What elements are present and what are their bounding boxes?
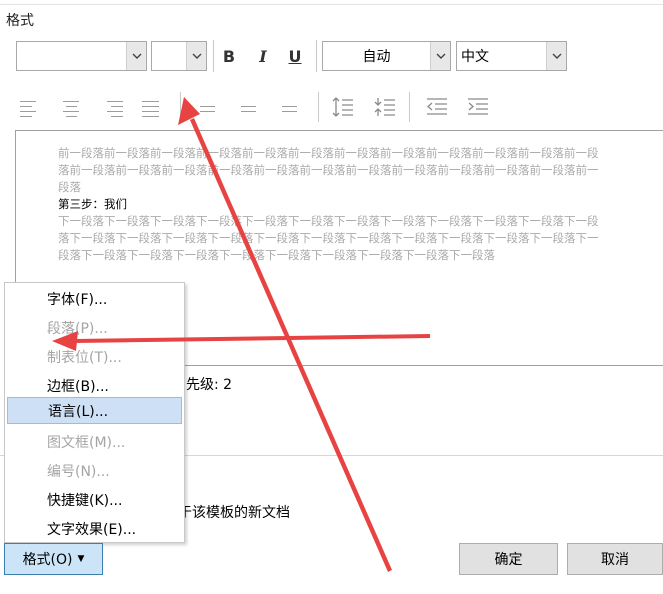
format-button-label: 格式(O) bbox=[22, 552, 73, 568]
underline-button[interactable]: U bbox=[282, 41, 308, 71]
menu-item-text-effects[interactable]: 文字效果(E)... bbox=[7, 515, 182, 542]
menu-item-numbering[interactable]: 编号(N)... bbox=[7, 457, 182, 484]
font-size-value bbox=[152, 42, 186, 70]
toolbar-separator bbox=[180, 92, 181, 122]
toolbar-separator bbox=[213, 40, 214, 72]
section-divider bbox=[0, 4, 663, 5]
language-combo[interactable]: 中文 bbox=[456, 41, 567, 71]
toolbar-separator bbox=[318, 92, 319, 122]
chevron-down-icon[interactable] bbox=[546, 42, 566, 70]
menu-item-language[interactable]: 语言(L)... bbox=[7, 397, 182, 424]
bold-button[interactable]: B bbox=[216, 41, 242, 71]
menu-item-shortcut-key[interactable]: 快捷键(K)... bbox=[7, 486, 182, 513]
decrease-indent-icon[interactable] bbox=[426, 97, 448, 121]
preview-current-paragraph: 第三步：我们 bbox=[58, 197, 127, 211]
align-left-icon[interactable] bbox=[20, 101, 42, 117]
new-documents-option-label: 于该模板的新文档 bbox=[178, 505, 290, 521]
align-justify-icon[interactable] bbox=[142, 101, 164, 117]
align-center-icon[interactable] bbox=[60, 101, 82, 117]
font-color-combo[interactable]: 自动 bbox=[322, 41, 451, 71]
ok-button[interactable]: 确定 bbox=[459, 543, 558, 575]
increase-spacing-before-icon[interactable] bbox=[332, 96, 354, 122]
style-description: 先级: 2 bbox=[186, 377, 233, 393]
chevron-down-icon[interactable] bbox=[126, 42, 146, 70]
menu-item-border[interactable]: 边框(B)... bbox=[7, 372, 182, 399]
chevron-down-icon[interactable] bbox=[186, 42, 206, 70]
single-spacing-icon[interactable] bbox=[200, 106, 215, 112]
format-dropdown-button[interactable]: 格式(O) ▼ bbox=[4, 543, 103, 575]
chevron-down-icon[interactable] bbox=[430, 42, 450, 70]
italic-button[interactable]: I bbox=[250, 41, 276, 71]
font-size-combo[interactable] bbox=[151, 41, 207, 71]
preview-next-paragraph: 下一段落下一段落下一段落下一段落下一段落下一段落下一段落下一段落下一段落下一段落… bbox=[58, 214, 599, 262]
caret-down-icon: ▼ bbox=[77, 554, 85, 564]
double-spacing-icon[interactable] bbox=[282, 106, 297, 112]
increase-indent-icon[interactable] bbox=[467, 97, 489, 121]
align-right-icon[interactable] bbox=[101, 101, 123, 117]
toolbar-separator bbox=[316, 40, 317, 72]
preview-previous-paragraph: 前一段落前一段落前一段落前一段落前一段落前一段落前一段落前一段落前一段落前一段落… bbox=[58, 146, 599, 194]
decrease-spacing-before-icon[interactable] bbox=[374, 96, 396, 122]
menu-item-frame[interactable]: 图文框(M)... bbox=[7, 428, 182, 455]
menu-item-font[interactable]: 字体(F)... bbox=[7, 285, 182, 312]
menu-item-tabs[interactable]: 制表位(T)... bbox=[7, 343, 182, 370]
section-title: 格式 bbox=[6, 13, 34, 29]
font-name-value bbox=[17, 42, 126, 70]
one-half-spacing-icon[interactable] bbox=[241, 106, 256, 112]
cancel-button[interactable]: 取消 bbox=[567, 543, 663, 575]
format-menu: 字体(F)... 段落(P)... 制表位(T)... 边框(B)... 语言(… bbox=[4, 282, 185, 543]
font-name-combo[interactable] bbox=[16, 41, 147, 71]
arrow-head-up-icon bbox=[178, 97, 200, 125]
language-value: 中文 bbox=[461, 49, 489, 65]
toolbar-separator bbox=[409, 92, 410, 122]
menu-item-paragraph[interactable]: 段落(P)... bbox=[7, 314, 182, 341]
font-color-value: 自动 bbox=[362, 49, 391, 65]
